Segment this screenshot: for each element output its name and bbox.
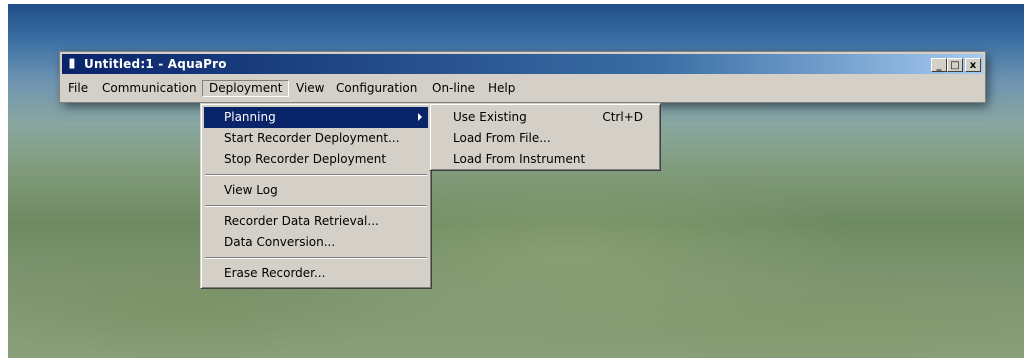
menu-communication[interactable]: Communication <box>96 80 203 97</box>
menu-item-label: Use Existing <box>453 110 527 124</box>
menu-item-recorder-data-retrieval[interactable]: Recorder Data Retrieval... <box>204 211 428 232</box>
menu-separator <box>205 174 427 176</box>
shortcut-label: Ctrl+D <box>602 110 643 124</box>
menu-item-view-log[interactable]: View Log <box>204 180 428 201</box>
minimize-button[interactable]: _ <box>931 58 947 72</box>
menu-item-start-recorder-deployment[interactable]: Start Recorder Deployment... <box>204 128 428 149</box>
menu-item-load-from-file[interactable]: Load From File... <box>433 128 657 149</box>
menu-item-planning[interactable]: Planning <box>204 107 428 128</box>
submenu-arrow-icon <box>418 113 422 121</box>
menu-item-erase-recorder[interactable]: Erase Recorder... <box>204 263 428 284</box>
menu-item-use-existing[interactable]: Use Existing Ctrl+D <box>433 107 657 128</box>
window-title: Untitled:1 - AquaPro <box>84 57 227 71</box>
menu-deployment[interactable]: Deployment <box>202 80 290 97</box>
menu-item-stop-recorder-deployment[interactable]: Stop Recorder Deployment <box>204 149 428 170</box>
menu-separator <box>205 257 427 259</box>
menu-file[interactable]: File <box>62 80 94 97</box>
close-button[interactable]: x <box>965 58 981 72</box>
menu-separator <box>205 205 427 207</box>
app-window: ▮ Untitled:1 - AquaPro _ □ x File Commun… <box>60 52 985 102</box>
menu-item-label: Planning <box>224 110 276 124</box>
planning-submenu: Use Existing Ctrl+D Load From File... Lo… <box>429 103 661 171</box>
menu-view[interactable]: View <box>290 80 330 97</box>
maximize-button[interactable]: □ <box>947 58 963 72</box>
title-bar[interactable]: ▮ Untitled:1 - AquaPro _ □ x <box>62 54 983 74</box>
menu-help[interactable]: Help <box>482 80 521 97</box>
menu-configuration[interactable]: Configuration <box>330 80 423 97</box>
deployment-dropdown: Planning Start Recorder Deployment... St… <box>200 103 432 289</box>
menu-item-data-conversion[interactable]: Data Conversion... <box>204 232 428 253</box>
menu-bar: File Communication Deployment View Confi… <box>62 78 983 98</box>
menu-on-line[interactable]: On-line <box>426 80 481 97</box>
menu-item-load-from-instrument[interactable]: Load From Instrument <box>433 149 657 170</box>
app-icon: ▮ <box>68 56 76 71</box>
